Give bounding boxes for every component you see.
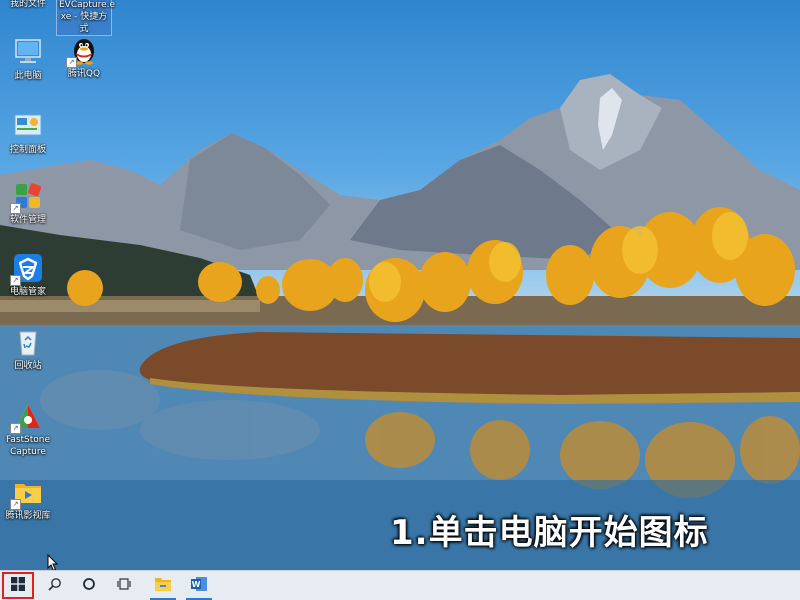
control-panel-icon <box>12 110 44 142</box>
task-view-button[interactable] <box>107 571 141 600</box>
start-button[interactable] <box>2 572 34 599</box>
search-icon <box>48 576 62 595</box>
file-explorer-icon <box>154 576 172 596</box>
recycle-bin-icon <box>12 326 44 358</box>
desktop-icon-control-panel[interactable]: 控制面板 <box>0 110 56 156</box>
desktop-icon-recycle-bin[interactable]: 回收站 <box>0 326 56 372</box>
shortcut-arrow-icon: ↗ <box>10 499 21 510</box>
taskbar: W <box>0 570 800 600</box>
shortcut-arrow-icon: ↗ <box>10 203 21 214</box>
shortcut-arrow-icon: ↗ <box>10 423 21 434</box>
software-manager-icon: ↗ <box>10 180 44 214</box>
desktop-icon-tencent-video-library[interactable]: ↗ 腾讯影视库 <box>0 476 56 522</box>
desktop-icon-label: 软件管理 <box>9 215 46 225</box>
shortcut-arrow-icon: ↗ <box>66 57 77 68</box>
desktop-icon-label: 此电脑 <box>14 71 42 81</box>
desktop-icon-label: 回收站 <box>14 361 42 371</box>
word-icon: W <box>190 576 208 596</box>
tutorial-caption: 1.单击电脑开始图标 <box>390 513 709 553</box>
desktop-wallpaper <box>0 0 800 570</box>
desktop-icon-software-manager[interactable]: ↗ 软件管理 <box>0 180 56 226</box>
desktop-icon-evcapture-shortcut[interactable]: EVCapture.e xe - 快捷方式 <box>56 0 115 36</box>
shortcut-arrow-icon: ↗ <box>10 275 21 286</box>
svg-text:W: W <box>192 580 201 589</box>
desktop-icon-this-pc[interactable]: 此电脑 <box>0 36 56 82</box>
desktop-icon-label: 腾讯QQ <box>67 69 101 79</box>
search-button[interactable] <box>38 571 72 600</box>
pc-manager-shield-icon: ↗ <box>10 252 44 286</box>
desktop-icon-faststone-capture[interactable]: ↗ FastStone Capture <box>0 400 56 458</box>
computer-icon <box>12 36 44 68</box>
windows-start-icon <box>11 576 25 595</box>
desktop-icon-pc-manager[interactable]: ↗ 电脑管家 <box>0 252 56 298</box>
desktop-icon-label: EVCapture.e xe - 快捷方式 <box>56 0 115 36</box>
task-view-icon <box>117 576 131 595</box>
cortana-circle-icon <box>82 576 96 595</box>
desktop-icon-label: FastStone Capture <box>5 435 51 457</box>
faststone-capture-icon: ↗ <box>10 400 44 434</box>
taskbar-word[interactable]: W <box>182 571 216 600</box>
desktop-icon-label: 控制面板 <box>9 145 46 155</box>
desktop-icon-qq[interactable]: ↗ 腾讯QQ <box>56 34 112 80</box>
desktop-icon-label: 电脑管家 <box>9 287 46 297</box>
desktop-icon-label: 腾讯影视库 <box>5 511 51 521</box>
cortana-button[interactable] <box>72 571 106 600</box>
folder-video-icon: ↗ <box>10 476 44 510</box>
desktop-icon-label: 我的文件 <box>9 0 46 9</box>
desktop-icon-my-files[interactable]: 我的文件 <box>0 0 56 10</box>
taskbar-file-explorer[interactable] <box>146 571 180 600</box>
qq-penguin-icon: ↗ <box>66 34 100 68</box>
